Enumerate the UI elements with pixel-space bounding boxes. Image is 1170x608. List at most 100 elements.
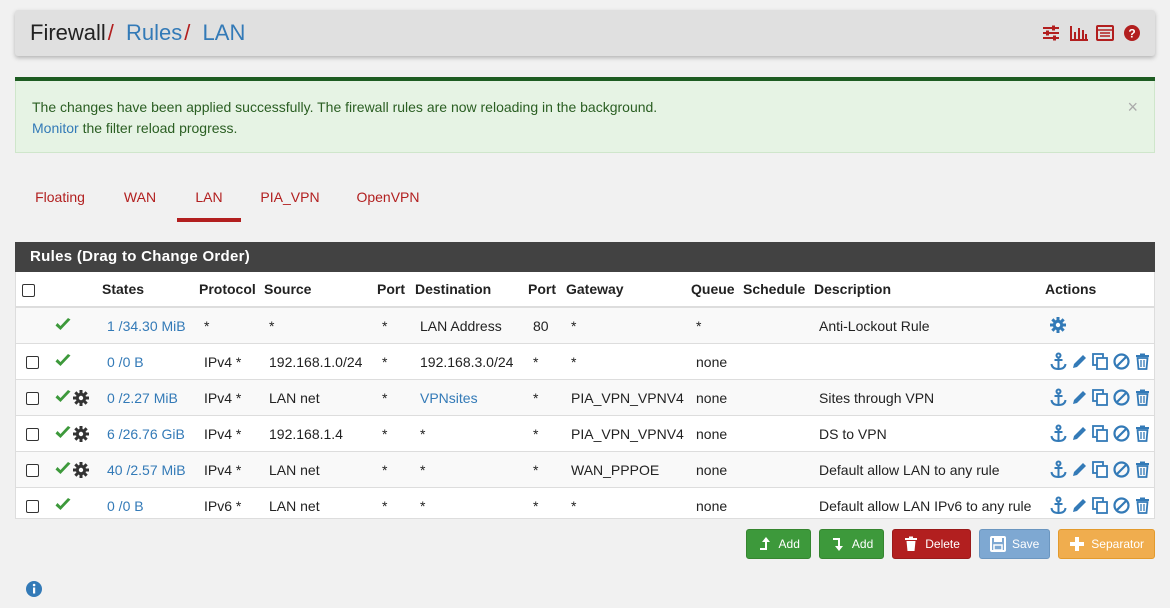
breadcrumb-firewall: Firewall (30, 20, 106, 45)
breadcrumb-rules-link[interactable]: Rules (126, 20, 182, 45)
disable-ban-icon[interactable] (1112, 460, 1131, 479)
tab-openvpn[interactable]: OpenVPN (348, 180, 428, 222)
gear-icon (72, 425, 90, 443)
anchor-icon[interactable] (1049, 352, 1068, 371)
column-header-schedule: Schedule (743, 272, 814, 308)
table-row[interactable]: 0 /2.27 MiB IPv4 * LAN net * VPNsites * PIA_VP… (16, 379, 1154, 416)
edit-pencil-icon[interactable] (1070, 460, 1089, 479)
table-row[interactable]: 1 /34.30 MiB * * * LAN Address 80 * * Anti-Locko… (16, 306, 1154, 344)
check-icon (54, 497, 72, 515)
rule-destination-port: * (528, 343, 566, 380)
rule-destination-port: * (528, 379, 566, 416)
column-header-source-port: Port (377, 272, 415, 308)
rule-states-link[interactable]: 0 /0 B (107, 498, 144, 514)
rule-gateway: * (566, 487, 691, 523)
edit-pencil-icon[interactable] (1070, 388, 1089, 407)
info-icon[interactable] (25, 580, 43, 598)
delete-trash-icon[interactable] (1133, 424, 1152, 443)
table-icon[interactable] (1096, 24, 1114, 42)
table-row[interactable]: 6 /26.76 GiB IPv4 * 192.168.1.4 * * * PIA_VPN_… (16, 415, 1154, 452)
edit-pencil-icon[interactable] (1070, 496, 1089, 515)
close-icon[interactable]: × (1127, 97, 1138, 118)
separator-button[interactable]: Separator (1058, 529, 1155, 559)
disable-ban-icon[interactable] (1112, 424, 1131, 443)
anchor-icon[interactable] (1049, 496, 1068, 515)
rule-destination-port: * (528, 451, 566, 488)
delete-trash-icon[interactable] (1133, 460, 1152, 479)
breadcrumb-separator: / (184, 20, 191, 45)
rule-source-port: * (377, 451, 415, 488)
rule-gateway: PIA_VPN_VPNV4 (566, 379, 691, 416)
destination-alias-link[interactable]: VPNsites (420, 390, 478, 406)
rule-queue: none (691, 343, 743, 380)
table-row[interactable]: 0 /0 B IPv4 * 192.168.1.0/24 * 192.168.3.0/2… (16, 343, 1154, 380)
rule-destination-port: * (528, 487, 566, 523)
breadcrumb-separator: / (107, 20, 114, 45)
disable-ban-icon[interactable] (1112, 388, 1131, 407)
copy-icon[interactable] (1091, 352, 1110, 371)
anchor-icon[interactable] (1049, 460, 1068, 479)
copy-icon[interactable] (1091, 496, 1110, 515)
delete-trash-icon[interactable] (1133, 388, 1152, 407)
help-icon[interactable]: ? (1123, 24, 1141, 42)
rule-select-checkbox[interactable] (26, 500, 39, 514)
column-header-states: States (102, 272, 199, 308)
select-all-checkbox[interactable] (22, 283, 35, 297)
advanced-settings-gear-icon[interactable] (1049, 316, 1068, 335)
tab-pia-vpn[interactable]: PIA_VPN (255, 180, 325, 222)
add-rule-bottom-button[interactable]: Add (818, 529, 885, 559)
rule-protocol: IPv4 * (199, 343, 264, 380)
rule-source-port: * (377, 306, 415, 344)
tab-lan[interactable]: LAN (177, 180, 241, 222)
anchor-icon[interactable] (1049, 388, 1068, 407)
rule-select-checkbox[interactable] (26, 464, 39, 478)
delete-trash-icon[interactable] (1133, 496, 1152, 515)
rule-source: LAN net (264, 379, 377, 416)
rule-states-link[interactable]: 1 /34.30 MiB (107, 318, 186, 334)
rule-states-link[interactable]: 0 /2.27 MiB (107, 390, 178, 406)
copy-icon[interactable] (1091, 460, 1110, 479)
disable-ban-icon[interactable] (1112, 352, 1131, 371)
anchor-icon[interactable] (1049, 424, 1068, 443)
rule-states-link[interactable]: 40 /2.57 MiB (107, 462, 186, 478)
rule-protocol: IPv4 * (199, 451, 264, 488)
delete-trash-icon[interactable] (1133, 352, 1152, 371)
rule-select-checkbox[interactable] (26, 392, 39, 406)
edit-pencil-icon[interactable] (1070, 352, 1089, 371)
rule-queue: none (691, 415, 743, 452)
save-label: Save (1011, 537, 1040, 551)
delete-label: Delete (925, 537, 960, 551)
rule-select-checkbox[interactable] (26, 356, 39, 370)
delete-button[interactable]: Delete (892, 529, 971, 559)
column-header-protocol: Protocol (199, 272, 264, 308)
tab-floating[interactable]: Floating (20, 180, 100, 222)
trash-icon (903, 536, 919, 552)
monitor-link[interactable]: Monitor (32, 120, 79, 136)
bar-chart-icon[interactable] (1069, 24, 1088, 42)
edit-pencil-icon[interactable] (1070, 424, 1089, 443)
rule-schedule (743, 415, 814, 452)
rule-destination: 192.168.3.0/24 (415, 343, 528, 380)
copy-icon[interactable] (1091, 388, 1110, 407)
column-header-description: Description (814, 272, 1045, 308)
save-button[interactable]: Save (978, 529, 1051, 559)
rule-destination-port: 80 (528, 306, 566, 344)
rule-protocol: * (199, 306, 264, 344)
rule-source-port: * (377, 415, 415, 452)
rule-states-link[interactable]: 0 /0 B (107, 354, 144, 370)
sliders-icon[interactable] (1042, 24, 1060, 42)
rule-description: Anti-Lockout Rule (814, 306, 1045, 344)
table-row[interactable]: 0 /0 B IPv6 * LAN net * * * * none Default allow… (16, 487, 1154, 523)
rule-queue: * (691, 306, 743, 344)
breadcrumb-lan-link[interactable]: LAN (203, 20, 246, 45)
add-rule-top-button[interactable]: Add (745, 529, 811, 559)
rule-protocol: IPv4 * (199, 415, 264, 452)
copy-icon[interactable] (1091, 424, 1110, 443)
gear-icon (72, 389, 90, 407)
plus-icon (1069, 536, 1085, 552)
disable-ban-icon[interactable] (1112, 496, 1131, 515)
rule-select-checkbox[interactable] (26, 428, 39, 442)
rule-states-link[interactable]: 6 /26.76 GiB (107, 426, 185, 442)
table-row[interactable]: 40 /2.57 MiB IPv4 * LAN net * * * WAN_PPPOE non… (16, 451, 1154, 488)
tab-wan[interactable]: WAN (115, 180, 165, 222)
